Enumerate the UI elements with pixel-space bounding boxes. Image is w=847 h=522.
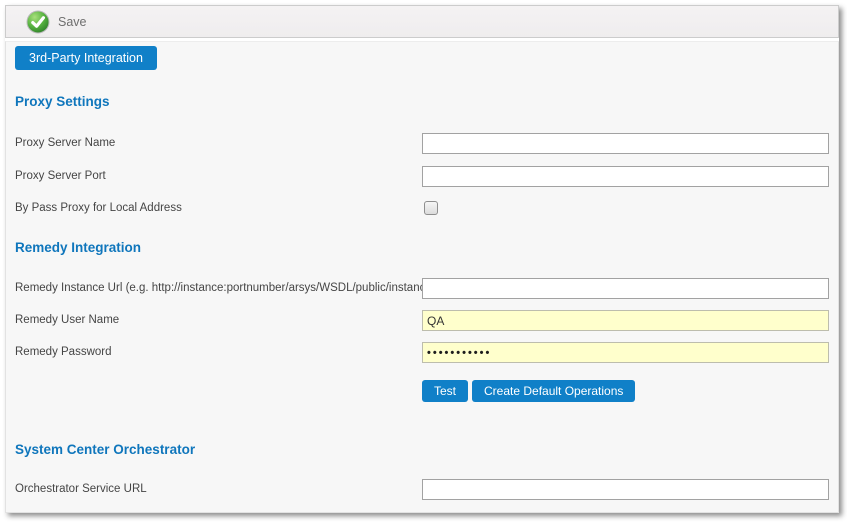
- remedy-buttons-row: Test Create Default Operations: [6, 380, 840, 402]
- remedy-instance-url-input[interactable]: [422, 278, 829, 299]
- proxy-server-name-input[interactable]: [422, 133, 829, 154]
- proxy-server-name-label: Proxy Server Name: [15, 133, 115, 154]
- bypass-proxy-label: By Pass Proxy for Local Address: [15, 198, 182, 219]
- system-center-orchestrator-title: System Center Orchestrator: [15, 442, 195, 457]
- remedy-user-name-input[interactable]: [422, 310, 829, 331]
- remedy-integration-title: Remedy Integration: [15, 240, 141, 255]
- bypass-proxy-checkbox[interactable]: [424, 201, 438, 215]
- proxy-server-port-label: Proxy Server Port: [15, 166, 106, 187]
- toolbar: Save: [5, 5, 839, 38]
- remedy-user-name-label: Remedy User Name: [15, 310, 119, 331]
- save-check-icon: [26, 10, 50, 34]
- proxy-server-port-row: Proxy Server Port: [6, 166, 840, 187]
- remedy-password-row: Remedy Password: [6, 342, 840, 363]
- remedy-instance-url-row: Remedy Instance Url (e.g. http://instanc…: [6, 278, 840, 299]
- content-panel: 3rd-Party Integration Proxy Settings Pro…: [5, 41, 839, 513]
- orchestrator-service-url-row: Orchestrator Service URL: [6, 479, 840, 500]
- save-button[interactable]: Save: [20, 8, 93, 36]
- create-default-operations-button[interactable]: Create Default Operations: [472, 380, 635, 402]
- remedy-password-input[interactable]: [422, 342, 829, 363]
- proxy-settings-title: Proxy Settings: [15, 94, 110, 109]
- settings-window: Save 3rd-Party Integration Proxy Setting…: [5, 5, 839, 513]
- remedy-instance-url-label: Remedy Instance Url (e.g. http://instanc…: [15, 278, 436, 299]
- orchestrator-service-url-input[interactable]: [422, 479, 829, 500]
- remedy-password-label: Remedy Password: [15, 342, 112, 363]
- orchestrator-service-url-label: Orchestrator Service URL: [15, 479, 147, 500]
- bypass-proxy-row: By Pass Proxy for Local Address: [6, 198, 840, 219]
- test-button[interactable]: Test: [422, 380, 468, 402]
- tab-3rd-party-integration[interactable]: 3rd-Party Integration: [15, 46, 157, 70]
- remedy-user-name-row: Remedy User Name: [6, 310, 840, 331]
- proxy-server-port-input[interactable]: [422, 166, 829, 187]
- save-button-label: Save: [58, 15, 87, 29]
- proxy-server-name-row: Proxy Server Name: [6, 133, 840, 154]
